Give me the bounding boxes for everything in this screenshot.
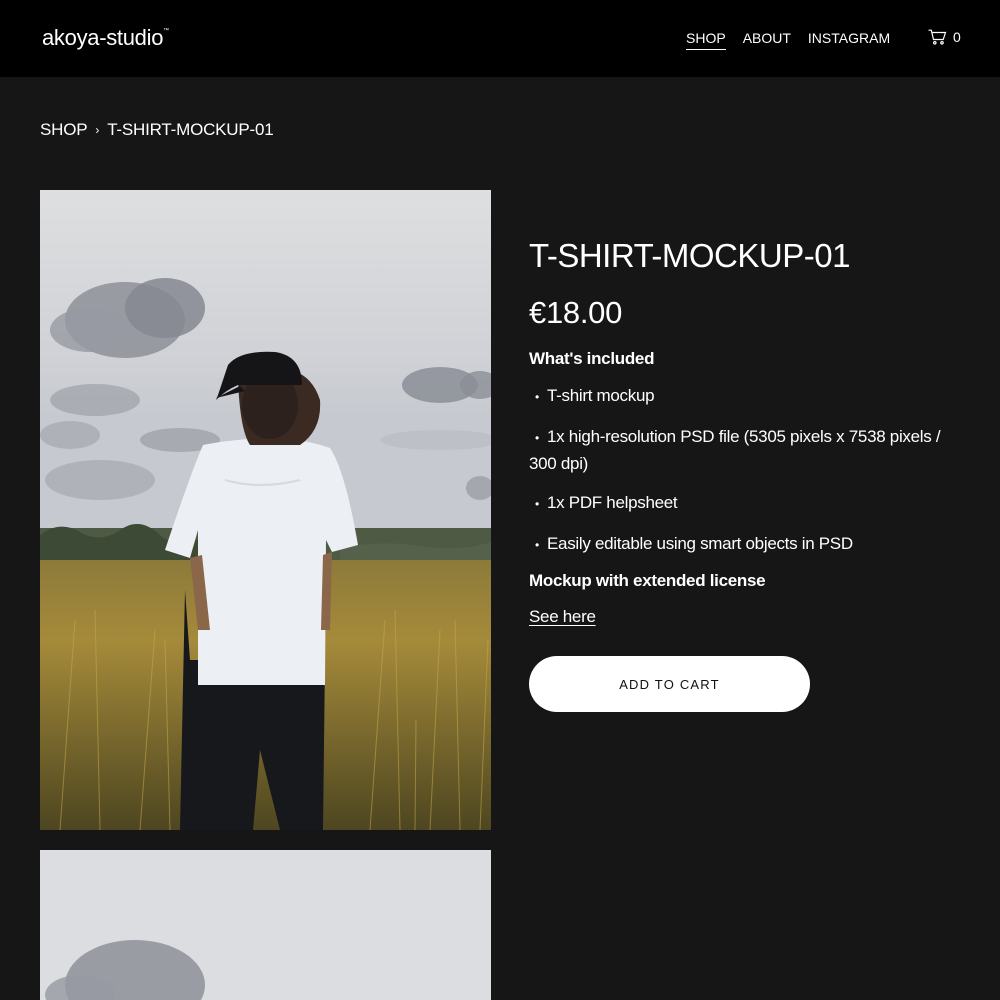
logo-trademark: ™ [163, 28, 169, 34]
breadcrumb-shop[interactable]: SHOP [40, 120, 88, 140]
cart-icon [928, 29, 947, 45]
feature-list: • T-shirt mockup • 1x high-resolution PSD … [529, 383, 949, 558]
main-nav: SHOP ABOUT INSTAGRAM [686, 30, 890, 50]
included-heading: What's included [529, 349, 655, 368]
feature-text: 1x high-resolution PSD file (5305 pixels… [529, 427, 941, 473]
nav-instagram[interactable]: INSTAGRAM [808, 30, 890, 50]
product-image-secondary[interactable] [40, 850, 491, 1000]
bullet-icon: • [535, 538, 539, 552]
cart-button[interactable]: 0 [928, 29, 961, 45]
feature-text: 1x PDF helpsheet [547, 493, 678, 512]
list-item: • T-shirt mockup [529, 383, 949, 410]
bullet-icon: • [535, 390, 539, 404]
bullet-icon: • [535, 431, 539, 445]
breadcrumb-separator: › [95, 123, 100, 137]
breadcrumb: SHOP › T-SHIRT-MOCKUP-01 [40, 120, 274, 140]
breadcrumb-current: T-SHIRT-MOCKUP-01 [107, 120, 274, 139]
feature-text: Easily editable using smart objects in P… [547, 534, 853, 553]
list-item: • Easily editable using smart objects in … [529, 531, 949, 558]
extended-license-heading: Mockup with extended license [529, 571, 766, 590]
list-item: • 1x PDF helpsheet [529, 490, 949, 517]
product-image-main[interactable] [40, 190, 491, 830]
cart-count: 0 [953, 29, 961, 45]
bullet-icon: • [535, 497, 539, 511]
site-header: akoya-studio™ SHOP ABOUT INSTAGRAM 0 [0, 0, 1000, 77]
nav-about[interactable]: ABOUT [743, 30, 791, 50]
site-logo[interactable]: akoya-studio™ [42, 25, 169, 51]
product-price: €18.00 [529, 295, 623, 330]
add-to-cart-button[interactable]: ADD TO CART [529, 656, 810, 712]
logo-text: akoya-studio [42, 25, 164, 50]
product-details: T-SHIRT-MOCKUP-01 €18.00 What's included… [529, 234, 949, 712]
see-here-link[interactable]: See here [529, 607, 596, 627]
list-item: • 1x high-resolution PSD file (5305 pixel… [529, 424, 949, 476]
nav-shop[interactable]: SHOP [686, 30, 726, 50]
feature-text: T-shirt mockup [547, 386, 655, 405]
product-title: T-SHIRT-MOCKUP-01 [529, 237, 850, 274]
